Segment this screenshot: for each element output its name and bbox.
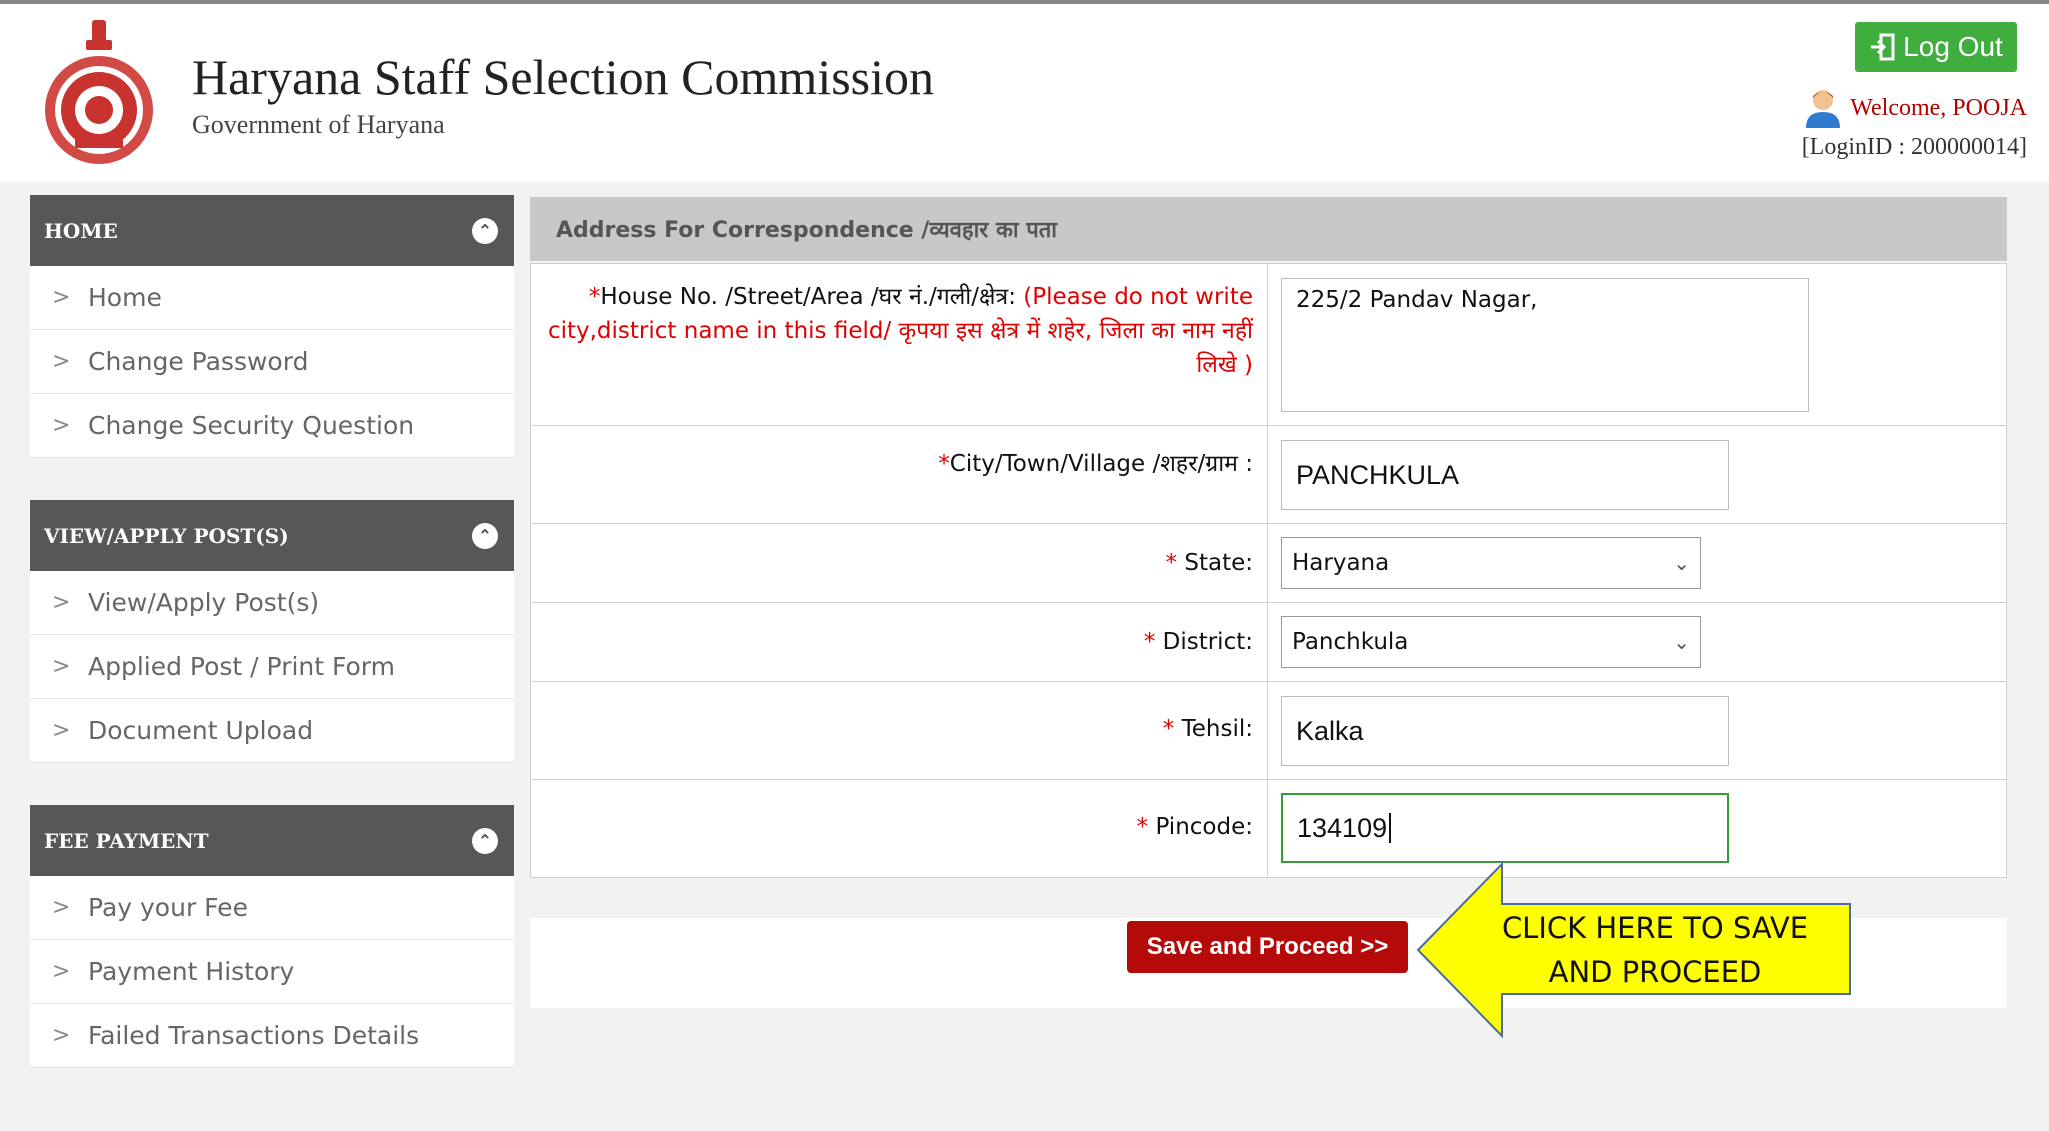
sidebar-header-label: HOME [44, 218, 118, 243]
required-mark: * [588, 284, 601, 310]
sidebar-item-pay-fee[interactable]: > Pay your Fee [30, 876, 514, 940]
district-selected-value: Panchkula [1292, 629, 1409, 655]
save-and-proceed-button[interactable]: Save and Proceed >> [1127, 921, 1408, 973]
required-mark: * [1162, 716, 1175, 742]
district-select[interactable]: Panchkula ⌄ [1281, 616, 1701, 668]
sidebar-item-document-upload[interactable]: > Document Upload [30, 699, 514, 763]
sidebar-header-view-apply[interactable]: VIEW/APPLY POST(S) ⌃ [30, 500, 514, 571]
pincode-label-cell: * Pincode: [530, 779, 1268, 878]
sidebar-item-label: Home [88, 283, 162, 312]
sidebar-item-label: View/Apply Post(s) [88, 588, 320, 617]
sidebar-item-view-apply-posts[interactable]: > View/Apply Post(s) [30, 571, 514, 635]
text-cursor [1389, 813, 1392, 843]
haryana-emblem-icon [45, 20, 153, 164]
welcome-text: Welcome, POOJA [1850, 94, 2027, 121]
chevron-down-icon: ⌄ [1673, 551, 1690, 575]
logout-label: Log Out [1903, 31, 2003, 62]
logout-button[interactable]: Log Out [1855, 22, 2017, 72]
state-field-cell: Haryana ⌄ [1267, 523, 2007, 603]
form-row-district: * District: Panchkula ⌄ [530, 602, 2007, 682]
district-label-cell: * District: [530, 602, 1268, 682]
sidebar-item-label: Change Security Question [88, 411, 415, 440]
required-mark: * [1143, 629, 1156, 655]
tehsil-label-cell: * Tehsil: [530, 681, 1268, 780]
sidebar-item-payment-history[interactable]: > Payment History [30, 940, 514, 1004]
sidebar-item-label: Applied Post / Print Form [88, 652, 395, 681]
site-subtitle: Government of Haryana [192, 110, 445, 139]
chevron-right-icon: > [52, 349, 71, 374]
sidebar-header-home[interactable]: HOME ⌃ [30, 195, 514, 266]
sidebar-item-change-password[interactable]: > Change Password [30, 330, 514, 394]
pincode-value: 134109 [1297, 812, 1388, 843]
city-input[interactable]: PANCHKULA [1281, 440, 1729, 510]
collapse-icon[interactable]: ⌃ [472, 217, 498, 244]
required-mark: * [1165, 550, 1178, 576]
required-mark: * [938, 451, 950, 477]
sidebar-item-label: Failed Transactions Details [88, 1021, 420, 1050]
house-label-cell: *House No. /Street/Area /घर नं./गली/क्षे… [530, 263, 1268, 426]
collapse-icon[interactable]: ⌃ [472, 522, 498, 549]
sidebar: HOME ⌃ > Home > Change Password > Change Se… [30, 195, 514, 1110]
sidebar-header-fee-payment[interactable]: FEE PAYMENT ⌃ [30, 805, 514, 876]
form-section-heading: Address For Correspondence /व्यवहार का प… [530, 197, 2007, 261]
sidebar-item-label: Pay your Fee [88, 893, 248, 922]
address-form: *House No. /Street/Area /घर नं./गली/क्षे… [530, 263, 2007, 878]
tehsil-field-cell: Kalka [1267, 681, 2007, 780]
chevron-right-icon: > [52, 1023, 71, 1048]
sidebar-section-home: HOME ⌃ > Home > Change Password > Change Se… [30, 195, 514, 458]
sidebar-section-view-apply: VIEW/APPLY POST(S) ⌃ > View/Apply Post(s)… [30, 500, 514, 763]
form-row-tehsil: * Tehsil: Kalka [530, 681, 2007, 780]
house-field-cell: 225/2 Pandav Nagar, [1267, 263, 2007, 426]
sidebar-item-home[interactable]: > Home [30, 266, 514, 330]
sidebar-item-applied-post[interactable]: > Applied Post / Print Form [30, 635, 514, 699]
state-label: State: [1184, 550, 1253, 576]
district-label: District: [1162, 629, 1253, 655]
chevron-right-icon: > [52, 654, 71, 679]
sidebar-header-label: VIEW/APPLY POST(S) [44, 523, 289, 548]
house-address-textarea[interactable]: 225/2 Pandav Nagar, [1281, 278, 1809, 412]
tehsil-label: Tehsil: [1181, 716, 1253, 742]
chevron-right-icon: > [52, 959, 71, 984]
pincode-label: Pincode: [1155, 814, 1253, 840]
chevron-right-icon: > [52, 590, 71, 615]
sidebar-section-fee-payment: FEE PAYMENT ⌃ > Pay your Fee > Payment His… [30, 805, 514, 1068]
city-label: City/Town/Village /शहर/ग्राम : [949, 451, 1253, 477]
district-field-cell: Panchkula ⌄ [1267, 602, 2007, 682]
tehsil-input[interactable]: Kalka [1281, 696, 1729, 766]
pincode-input[interactable]: 134109 [1281, 793, 1729, 863]
site-title: Haryana Staff Selection Commission [192, 49, 935, 105]
sidebar-item-failed-transactions[interactable]: > Failed Transactions Details [30, 1004, 514, 1068]
sidebar-item-label: Payment History [88, 957, 295, 986]
city-field-cell: PANCHKULA [1267, 425, 2007, 524]
sidebar-item-label: Change Password [88, 347, 309, 376]
chevron-down-icon: ⌄ [1673, 630, 1690, 654]
state-selected-value: Haryana [1292, 550, 1390, 576]
required-mark: * [1136, 814, 1149, 840]
form-row-state: * State: Haryana ⌄ [530, 523, 2007, 603]
state-select[interactable]: Haryana ⌄ [1281, 537, 1701, 589]
callout-text: CLICK HERE TO SAVE AND PROCEED [1501, 911, 1809, 989]
site-header: Haryana Staff Selection Commission Gover… [0, 0, 2049, 182]
chevron-right-icon: > [52, 718, 71, 743]
form-row-house: *House No. /Street/Area /घर नं./गली/क्षे… [530, 263, 2007, 426]
chevron-right-icon: > [52, 285, 71, 310]
sidebar-item-change-security-question[interactable]: > Change Security Question [30, 394, 514, 458]
sidebar-header-label: FEE PAYMENT [44, 828, 209, 853]
welcome-message: Welcome, POOJA [1804, 88, 2027, 128]
logout-icon [1871, 33, 1895, 61]
state-label-cell: * State: [530, 523, 1268, 603]
user-avatar-icon [1806, 90, 1841, 128]
login-id: [LoginID : 200000014] [1801, 134, 2027, 160]
chevron-right-icon: > [52, 895, 71, 920]
city-label-cell: *City/Town/Village /शहर/ग्राम : [530, 425, 1268, 524]
house-label: House No. /Street/Area /घर नं./गली/क्षेत… [600, 284, 1016, 310]
chevron-right-icon: > [52, 413, 71, 438]
sidebar-item-label: Document Upload [88, 716, 314, 745]
form-row-city: *City/Town/Village /शहर/ग्राम : PANCHKUL… [530, 425, 2007, 524]
collapse-icon[interactable]: ⌃ [472, 827, 498, 854]
